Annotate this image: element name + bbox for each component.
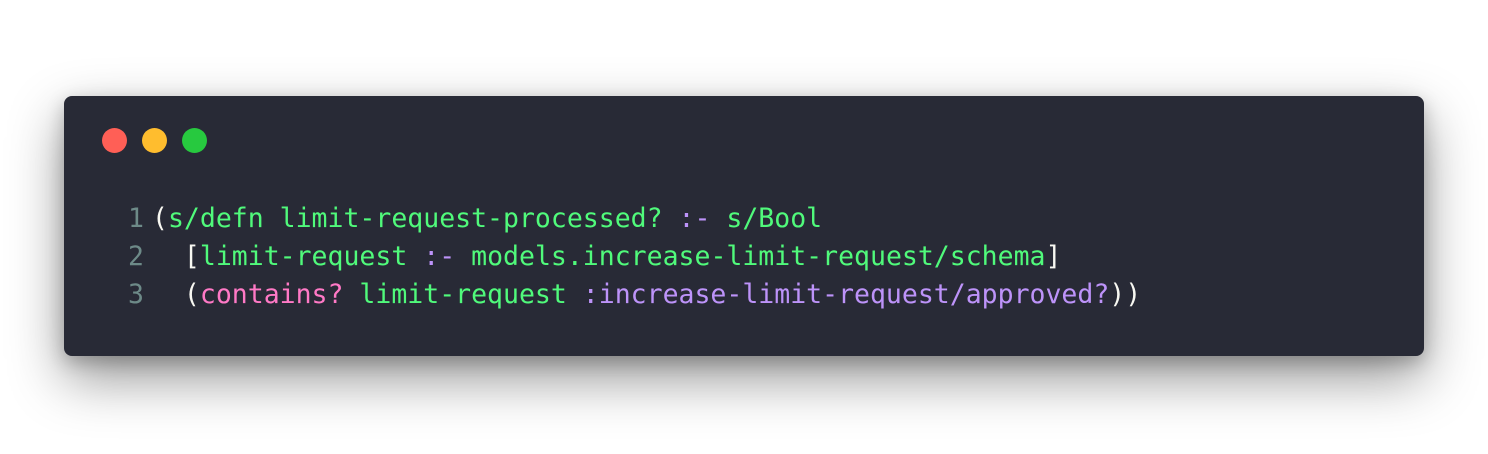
line-number: 2 — [128, 241, 144, 272]
code-line: 1 (s/defn limit-request-processed? :- s/B… — [120, 200, 1141, 238]
window-controls — [102, 128, 207, 153]
code-token: :increase-limit-request/approved? — [582, 279, 1110, 310]
code-line-content: (s/defn limit-request-processed? :- s/Bo… — [152, 200, 822, 238]
code-line: 2 [limit-request :- models.increase-limi… — [120, 238, 1141, 276]
code-token: :- — [423, 241, 456, 272]
code-line-content: (contains? limit-request :increase-limit… — [152, 276, 1141, 314]
code-token: [ — [152, 241, 200, 272]
minimize-dot-icon — [142, 128, 167, 153]
code-token: s/defn limit-request-processed? — [167, 203, 679, 234]
maximize-dot-icon — [182, 128, 207, 153]
code-token: s/Bool — [710, 203, 823, 234]
code-token: ( — [152, 203, 168, 234]
code-token: limit-request — [359, 279, 583, 310]
stage: 1 (s/defn limit-request-processed? :- s/B… — [0, 0, 1488, 454]
code-token: :- — [678, 203, 711, 234]
code-token: contains? — [199, 279, 360, 310]
code-token: ] — [1045, 241, 1062, 272]
code-token: limit-request — [199, 241, 424, 272]
code-token: models.increase-limit-request/schema — [455, 241, 1046, 272]
code-token: ( — [152, 279, 200, 310]
code-block: 1 (s/defn limit-request-processed? :- s/B… — [120, 200, 1141, 314]
close-dot-icon — [102, 128, 127, 153]
code-line-content: [limit-request :- models.increase-limit-… — [152, 238, 1062, 276]
line-number: 3 — [128, 279, 144, 310]
line-number: 1 — [128, 203, 144, 234]
code-token: )) — [1109, 279, 1142, 310]
code-window: 1 (s/defn limit-request-processed? :- s/B… — [64, 96, 1424, 356]
code-line: 3 (contains? limit-request :increase-lim… — [120, 276, 1141, 314]
